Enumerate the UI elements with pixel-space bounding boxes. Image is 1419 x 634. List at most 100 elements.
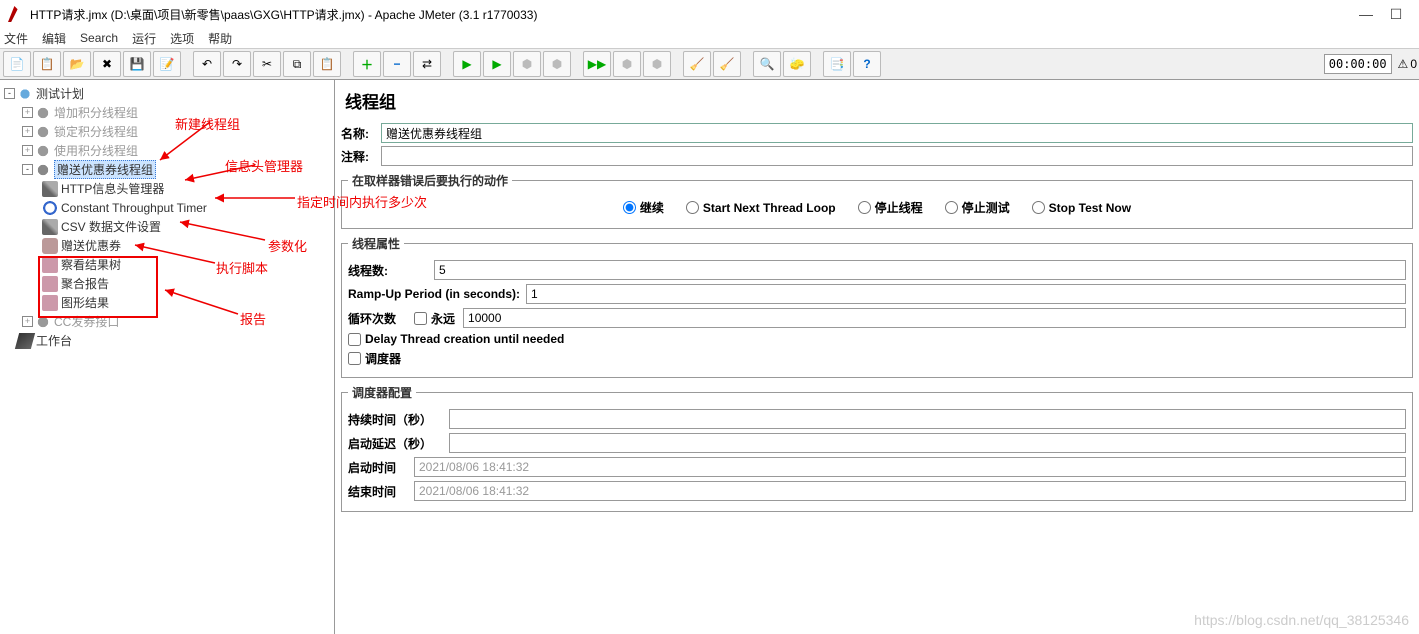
loop-input[interactable] <box>463 308 1406 328</box>
starttime-input[interactable] <box>414 457 1406 477</box>
saveas-button[interactable]: 📝 <box>153 51 181 77</box>
window-title: HTTP请求.jmx (D:\桌面\项目\新零售\paas\GXG\HTTP请求… <box>30 6 537 23</box>
tree-workbench[interactable]: 工作台 <box>2 331 334 350</box>
start-button[interactable]: ▶ <box>453 51 481 77</box>
detail-panel: 线程组 名称: 注释: 在取样器错误后要执行的动作 继续 Start Next … <box>335 80 1419 634</box>
warning-count: 0 <box>1410 57 1417 71</box>
duration-label: 持续时间（秒） <box>348 411 443 428</box>
wrench-icon <box>42 219 58 235</box>
toolbar: 📄 📋 📂 ✖ 💾 📝 ↶ ↷ ✂ ⧉ 📋 ＋ − ⇄ ▶ ▶ ⬢ ⬢ ▶▶ ⬢… <box>0 48 1419 80</box>
tree-csv-config[interactable]: CSV 数据文件设置 <box>2 217 334 236</box>
tree-group1[interactable]: +增加积分线程组 <box>2 103 334 122</box>
gear-icon <box>35 143 51 159</box>
panel-title: 线程组 <box>345 88 1413 113</box>
function-helper-button[interactable]: 📑 <box>823 51 851 77</box>
delay-checkbox[interactable] <box>348 333 361 346</box>
clear-all-button[interactable]: 🧹 <box>713 51 741 77</box>
endtime-label: 结束时间 <box>348 483 408 500</box>
duration-input[interactable] <box>449 409 1406 429</box>
save-button[interactable]: 💾 <box>123 51 151 77</box>
loop-label: 循环次数 <box>348 310 408 327</box>
radio-next-loop[interactable]: Start Next Thread Loop <box>686 199 836 216</box>
name-label: 名称: <box>341 125 381 142</box>
tree-group2[interactable]: +锁定积分线程组 <box>2 122 334 141</box>
radio-continue[interactable]: 继续 <box>623 199 664 216</box>
graph-icon <box>42 295 58 311</box>
open-button[interactable]: 📂 <box>63 51 91 77</box>
stop-button[interactable]: ⬢ <box>513 51 541 77</box>
help-button[interactable]: ? <box>853 51 881 77</box>
title-bar: HTTP请求.jmx (D:\桌面\项目\新零售\paas\GXG\HTTP请求… <box>0 0 1419 28</box>
close-button[interactable]: ✖ <box>93 51 121 77</box>
shutdown-button[interactable]: ⬢ <box>543 51 571 77</box>
minimize-button[interactable]: — <box>1351 6 1381 22</box>
tree-result-tree[interactable]: 察看结果树 <box>2 255 334 274</box>
radio-stop-now[interactable]: Stop Test Now <box>1032 199 1131 216</box>
graph-icon <box>42 276 58 292</box>
wrench-icon <box>42 181 58 197</box>
toggle-button[interactable]: ⇄ <box>413 51 441 77</box>
thread-props-fieldset: 线程属性 线程数: Ramp-Up Period (in seconds): 循… <box>341 235 1413 378</box>
warning-indicator: ⚠ 0 <box>1398 57 1417 71</box>
remote-stop-button[interactable]: ⬢ <box>613 51 641 77</box>
threads-input[interactable] <box>434 260 1406 280</box>
scheduler-checkbox[interactable] <box>348 352 361 365</box>
tree-aggregate[interactable]: 聚合报告 <box>2 274 334 293</box>
clear-button[interactable]: 🧹 <box>683 51 711 77</box>
maximize-button[interactable]: ☐ <box>1381 6 1411 23</box>
tree-root[interactable]: -测试计划 <box>2 84 334 103</box>
gear-icon <box>35 124 51 140</box>
menu-options[interactable]: 选项 <box>170 30 194 47</box>
menu-run[interactable]: 运行 <box>132 30 156 47</box>
forever-label: 永远 <box>431 310 455 327</box>
tree-throughput-timer[interactable]: Constant Throughput Timer <box>2 198 334 217</box>
undo-button[interactable]: ↶ <box>193 51 221 77</box>
rampup-input[interactable] <box>526 284 1406 304</box>
jmeter-logo-icon <box>8 6 24 22</box>
copy-button[interactable]: ⧉ <box>283 51 311 77</box>
endtime-input[interactable] <box>414 481 1406 501</box>
redo-button[interactable]: ↷ <box>223 51 251 77</box>
tree-group3[interactable]: +使用积分线程组 <box>2 141 334 160</box>
scheduler-label: 调度器 <box>365 350 401 367</box>
radio-stop-test[interactable]: 停止测试 <box>945 199 1010 216</box>
new-button[interactable]: 📄 <box>3 51 31 77</box>
tree-sampler[interactable]: 赠送优惠券 <box>2 236 334 255</box>
error-action-legend: 在取样器错误后要执行的动作 <box>348 172 512 189</box>
comment-label: 注释: <box>341 148 381 165</box>
name-input[interactable] <box>381 123 1413 143</box>
pipette-icon <box>42 238 58 254</box>
scheduler-config-legend: 调度器配置 <box>348 384 416 401</box>
warning-icon: ⚠ <box>1398 57 1409 71</box>
comment-input[interactable] <box>381 146 1413 166</box>
forever-checkbox[interactable] <box>414 312 427 325</box>
startup-delay-input[interactable] <box>449 433 1406 453</box>
elapsed-timer: 00:00:00 <box>1324 54 1392 74</box>
tree-selected-group[interactable]: -赠送优惠券线程组 <box>2 160 334 179</box>
remote-shutdown-button[interactable]: ⬢ <box>643 51 671 77</box>
expand-button[interactable]: ＋ <box>353 51 381 77</box>
reset-search-button[interactable]: 🧽 <box>783 51 811 77</box>
cut-button[interactable]: ✂ <box>253 51 281 77</box>
tree-header-mgr[interactable]: HTTP信息头管理器 <box>2 179 334 198</box>
gear-icon <box>35 105 51 121</box>
radio-stop-thread[interactable]: 停止线程 <box>858 199 923 216</box>
tree-graph-result[interactable]: 图形结果 <box>2 293 334 312</box>
scheduler-config-fieldset: 调度器配置 持续时间（秒） 启动延迟（秒） 启动时间 结束时间 <box>341 384 1413 512</box>
templates-button[interactable]: 📋 <box>33 51 61 77</box>
thread-props-legend: 线程属性 <box>348 235 404 252</box>
collapse-button[interactable]: − <box>383 51 411 77</box>
startup-delay-label: 启动延迟（秒） <box>348 435 443 452</box>
menu-help[interactable]: 帮助 <box>208 30 232 47</box>
spool-icon <box>35 162 51 178</box>
paste-button[interactable]: 📋 <box>313 51 341 77</box>
menu-search[interactable]: Search <box>80 31 118 45</box>
gear-icon <box>35 314 51 330</box>
tree-group5[interactable]: +CC发券接口 <box>2 312 334 331</box>
menu-edit[interactable]: 编辑 <box>42 30 66 47</box>
watermark: https://blog.csdn.net/qq_38125346 <box>1194 612 1409 628</box>
menu-file[interactable]: 文件 <box>4 30 28 47</box>
search-button[interactable]: 🔍 <box>753 51 781 77</box>
remote-start-button[interactable]: ▶▶ <box>583 51 611 77</box>
start-no-pause-button[interactable]: ▶ <box>483 51 511 77</box>
